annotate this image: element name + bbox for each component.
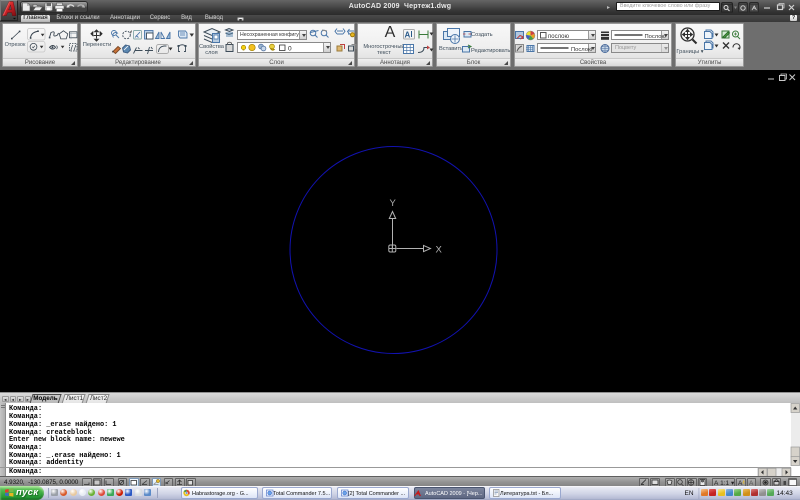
svg-text:Послою: Послою (645, 34, 667, 40)
svg-text:X: X (436, 245, 443, 256)
svg-text:Y: Y (390, 198, 397, 209)
svg-text:послою: послою (548, 34, 569, 40)
svg-text:A: A (405, 31, 411, 40)
svg-text:Послою: Послою (571, 47, 593, 53)
svg-text:0: 0 (288, 46, 292, 53)
